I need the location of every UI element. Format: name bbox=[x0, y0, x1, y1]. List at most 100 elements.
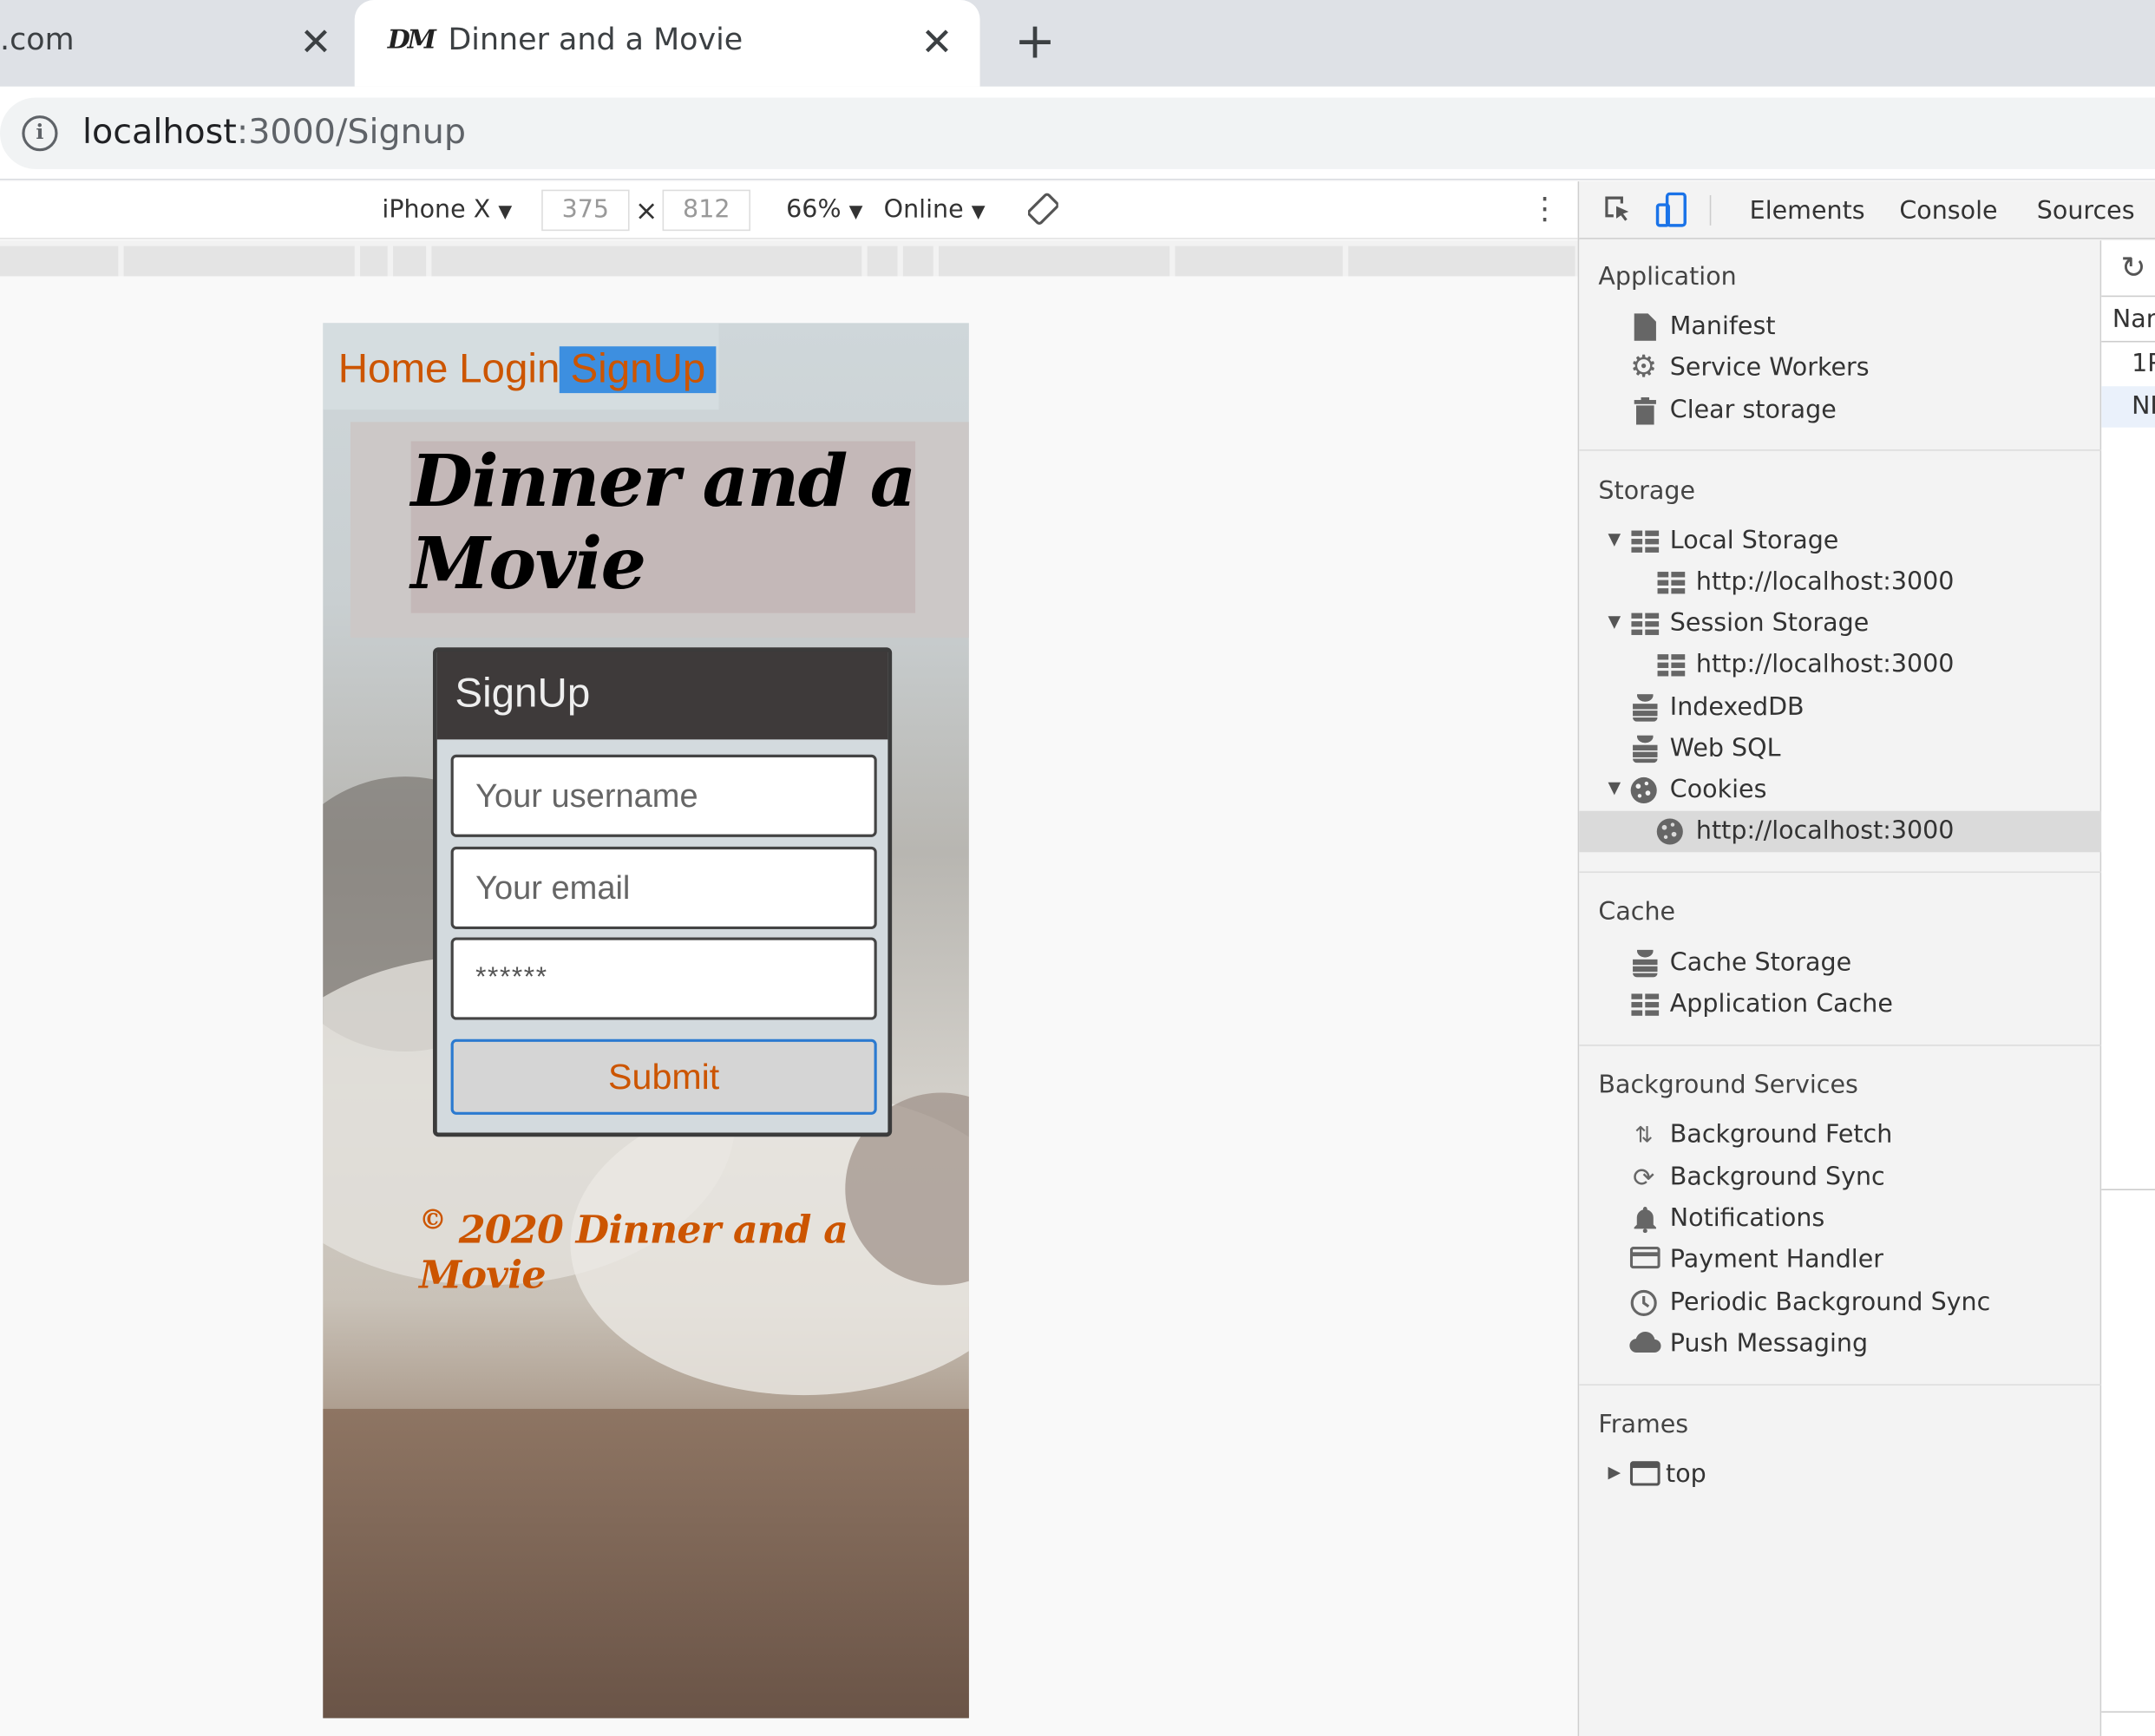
sidebar-item-session-storage[interactable]: ▼ Session Storage bbox=[1579, 604, 2101, 645]
device-toolbar: iPhone X ▼ 375 × 812 66% ▼ Online ▼ ⋮ bbox=[0, 181, 1578, 239]
network-throttle-select[interactable]: Online ▼ bbox=[884, 195, 986, 224]
sidebar-item-clear-storage[interactable]: Clear storage bbox=[1579, 390, 2101, 432]
dimension-separator: × bbox=[634, 193, 658, 227]
frame-icon bbox=[1629, 1461, 1660, 1489]
site-nav: Home Login SignUp bbox=[323, 323, 719, 410]
credit-card-icon bbox=[1629, 1246, 1660, 1274]
application-sidebar: Application Manifest ⚙ Service Workers C… bbox=[1579, 240, 2102, 1736]
sidebar-item-notifications[interactable]: Notifications bbox=[1579, 1199, 2101, 1241]
trash-icon bbox=[1631, 396, 1659, 425]
expand-triangle-icon[interactable]: ▼ bbox=[1608, 778, 1621, 797]
sidebar-item-background-sync[interactable]: ⟳ Background Sync bbox=[1579, 1157, 2101, 1199]
expand-triangle-icon[interactable]: ▼ bbox=[1608, 529, 1621, 548]
url-text[interactable]: localhost:3000/Signup bbox=[82, 111, 466, 151]
device-viewport: Home Login SignUp Dinner and a Movie Sig… bbox=[323, 323, 969, 1719]
inspect-element-icon[interactable] bbox=[1602, 193, 1637, 228]
browser-tab-active[interactable]: DM Dinner and a Movie ✕ bbox=[354, 0, 980, 87]
sidebar-item-push-messaging[interactable]: Push Messaging bbox=[1579, 1324, 2101, 1366]
sidebar-item-session-origin[interactable]: http://localhost:3000 bbox=[1579, 645, 2101, 686]
zoom-select[interactable]: 66% ▼ bbox=[786, 195, 862, 224]
site-footer: © 2020 Dinner and a Movie bbox=[419, 1202, 969, 1298]
sidebar-item-cookies-origin[interactable]: http://localhost:3000 bbox=[1579, 810, 2102, 853]
pane-divider bbox=[2101, 1711, 2155, 1713]
email-placeholder: Your email bbox=[475, 869, 631, 907]
copyright-symbol: © bbox=[419, 1202, 447, 1236]
tab-strip: .com ✕ DM Dinner and a Movie ✕ + bbox=[0, 0, 2155, 87]
cookies-table-pane: ↻ Nam 1P NI bbox=[2101, 240, 2155, 1736]
sidebar-item-local-origin[interactable]: http://localhost:3000 bbox=[1579, 562, 2101, 604]
signup-card: SignUp Your username Your email ****** S… bbox=[433, 647, 893, 1137]
section-background-services: Background Services bbox=[1598, 1071, 1858, 1100]
sidebar-item-payment-handler[interactable]: Payment Handler bbox=[1579, 1240, 2101, 1281]
sidebar-item-background-fetch[interactable]: ⇅ Background Fetch bbox=[1579, 1115, 2101, 1156]
table-row[interactable]: NI bbox=[2101, 386, 2155, 428]
table-icon bbox=[1631, 991, 1660, 1019]
address-bar[interactable]: i localhost:3000/Signup bbox=[0, 97, 2155, 169]
database-icon bbox=[1631, 735, 1659, 763]
more-options-icon[interactable]: ⋮ bbox=[1529, 193, 1560, 231]
tab-title: .com bbox=[0, 23, 75, 58]
database-icon bbox=[1631, 949, 1659, 978]
close-tab-icon[interactable]: ✕ bbox=[920, 19, 953, 66]
devtools-tabbar: Elements Console Sources bbox=[1579, 181, 2155, 239]
device-toggle-icon[interactable] bbox=[1654, 192, 1690, 228]
table-header-name[interactable]: Nam bbox=[2101, 295, 2155, 343]
tab-sources[interactable]: Sources bbox=[2037, 197, 2135, 226]
username-input[interactable]: Your username bbox=[450, 754, 877, 837]
sidebar-item-websql[interactable]: Web SQL bbox=[1579, 729, 2101, 770]
section-storage: Storage bbox=[1598, 476, 1696, 507]
sidebar-item-local-storage[interactable]: ▼ Local Storage bbox=[1579, 521, 2101, 562]
viewport-width-input[interactable]: 375 bbox=[541, 189, 630, 232]
table-icon bbox=[1657, 569, 1686, 597]
sidebar-item-cache-storage[interactable]: Cache Storage bbox=[1579, 943, 2101, 985]
device-select[interactable]: iPhone X ▼ bbox=[382, 195, 512, 224]
table-icon bbox=[1657, 652, 1686, 679]
pane-divider bbox=[2101, 1189, 2155, 1191]
section-frames: Frames bbox=[1598, 1410, 1689, 1439]
section-divider bbox=[1579, 871, 2102, 874]
file-icon bbox=[1631, 313, 1659, 341]
email-input[interactable]: Your email bbox=[450, 846, 877, 929]
clock-icon bbox=[1630, 1289, 1658, 1317]
browser-toolbar: i localhost:3000/Signup bbox=[0, 86, 2155, 180]
nav-link-home[interactable]: Home bbox=[338, 346, 449, 393]
viewport-height-input[interactable]: 812 bbox=[662, 189, 750, 232]
browser-tab-inactive[interactable]: .com ✕ bbox=[0, 0, 355, 87]
table-icon bbox=[1631, 610, 1660, 638]
section-application: Application bbox=[1598, 262, 1737, 292]
site-title: Dinner and a Movie bbox=[410, 439, 917, 606]
sidebar-item-manifest[interactable]: Manifest bbox=[1579, 306, 2101, 348]
refresh-icon[interactable]: ↻ bbox=[2120, 252, 2145, 286]
nav-link-login[interactable]: Login bbox=[459, 346, 560, 393]
rotate-icon[interactable] bbox=[1027, 193, 1059, 233]
bell-icon bbox=[1631, 1205, 1659, 1234]
sidebar-item-periodic-background-sync[interactable]: Periodic Background Sync bbox=[1579, 1282, 2101, 1324]
cookie-icon bbox=[1656, 818, 1684, 846]
sidebar-item-service-workers[interactable]: ⚙ Service Workers bbox=[1579, 348, 2101, 390]
expand-triangle-icon[interactable]: ▼ bbox=[1608, 612, 1621, 631]
tab-console[interactable]: Console bbox=[1899, 197, 1997, 226]
tab-elements[interactable]: Elements bbox=[1750, 197, 1865, 226]
sidebar-item-application-cache[interactable]: Application Cache bbox=[1579, 984, 2101, 1025]
sidebar-item-indexeddb[interactable]: IndexedDB bbox=[1579, 687, 2101, 729]
site-info-icon[interactable]: i bbox=[22, 115, 58, 152]
password-input[interactable]: ****** bbox=[450, 937, 877, 1020]
gear-icon: ⚙ bbox=[1630, 350, 1658, 385]
site-title-box: Dinner and a Movie bbox=[410, 439, 917, 613]
sidebar-item-frame-top[interactable]: ▶ top bbox=[1579, 1454, 2101, 1496]
submit-button[interactable]: Submit bbox=[450, 1038, 877, 1115]
cloud-icon bbox=[1628, 1331, 1661, 1359]
section-divider bbox=[1579, 449, 2102, 451]
section-cache: Cache bbox=[1598, 897, 1676, 927]
media-query-ruler[interactable] bbox=[0, 240, 1578, 277]
table-row[interactable]: 1P bbox=[2101, 344, 2155, 385]
collapse-triangle-icon[interactable]: ▶ bbox=[1608, 1463, 1621, 1482]
sync-icon: ⟳ bbox=[1633, 1163, 1655, 1194]
sidebar-item-cookies[interactable]: ▼ Cookies bbox=[1579, 770, 2101, 811]
footer-text: 2020 Dinner and a Movie bbox=[419, 1207, 848, 1299]
new-tab-button[interactable]: + bbox=[1014, 16, 1056, 69]
nav-link-signup[interactable]: SignUp bbox=[559, 346, 717, 394]
background-photo-cushion bbox=[323, 1408, 969, 1719]
close-tab-icon[interactable]: ✕ bbox=[299, 19, 331, 66]
devtools-panel: Elements Console Sources Application Man… bbox=[1577, 181, 2155, 1736]
